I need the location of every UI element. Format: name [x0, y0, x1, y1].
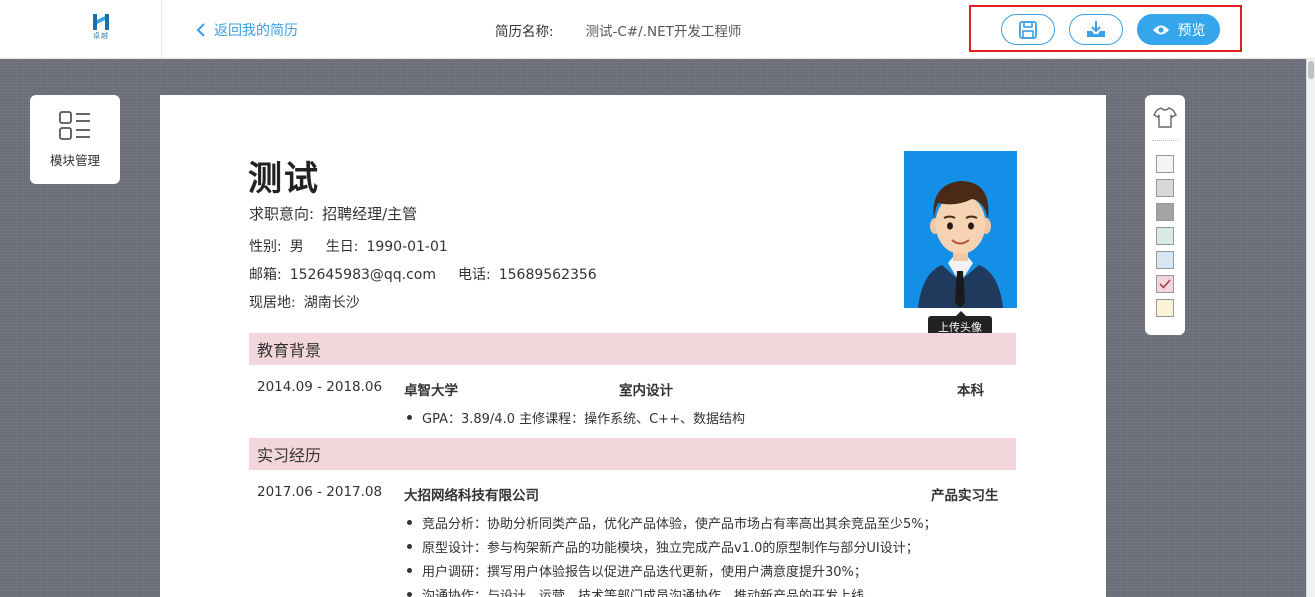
module-management-label: 模块管理	[49, 153, 100, 168]
basic-info-row-2[interactable]: 邮箱: 152645983@qq.com 电话: 15689562356	[249, 264, 597, 284]
color-swatch[interactable]	[1156, 299, 1174, 317]
preview-button-label: 预览	[1177, 22, 1206, 39]
color-swatch[interactable]	[1156, 179, 1174, 197]
section-internship-title[interactable]: 实习经历	[249, 438, 1016, 470]
education-major: 室内设计	[619, 383, 673, 399]
education-school: 卓智大学	[404, 383, 458, 399]
internship-bullet: 沟通协作：与设计、运营、技术等部门成员沟通协作，推动新产品的开发上线。	[405, 585, 877, 597]
internship-role: 产品实习生	[931, 488, 999, 504]
color-swatch[interactable]	[1156, 155, 1174, 173]
theme-color-panel	[1145, 95, 1185, 335]
basic-info-row-3[interactable]: 现居地: 湖南长沙	[249, 292, 360, 312]
eye-icon	[1152, 25, 1169, 34]
shirt-icon[interactable]	[1153, 105, 1177, 129]
chevron-left-icon	[196, 23, 205, 37]
check-icon	[1159, 279, 1171, 289]
internship-bullet: 用户调研：撰写用户体验报告以促进产品迭代更新，使用户满意度提升30%；	[405, 561, 867, 580]
education-bullet: GPA：3.89/4.0 主修课程：操作系统、C++、数据结构	[405, 408, 745, 427]
download-button[interactable]	[1069, 14, 1123, 45]
action-buttons-highlight: 预览	[969, 5, 1242, 52]
resume-name-value[interactable]: 测试-C#/.NET开发工程师	[586, 20, 742, 40]
internship-bullet: 原型设计：参与构架新产品的功能模块，独立完成产品v1.0的原型制作与部分UI设计…	[405, 537, 919, 556]
internship-period: 2017.06 - 2017.08	[257, 484, 383, 500]
color-swatch[interactable]	[1156, 275, 1174, 293]
page-scrollbar[interactable]	[1306, 59, 1315, 597]
internship-bullet: 竞品分析：协助分析同类产品，优化产品体验，使产品市场占有率高出其余竞品至少5%；	[405, 513, 937, 532]
logo-text: 卓越	[93, 32, 109, 40]
education-degree: 本科	[957, 383, 984, 399]
back-to-my-resumes-link[interactable]: 返回我的简历	[196, 20, 298, 40]
internship-company: 大招网络科技有限公司	[404, 488, 539, 504]
job-intention[interactable]: 求职意向: 招聘经理/主管	[249, 203, 417, 224]
resume-paper: 测试 求职意向: 招聘经理/主管 性别: 男生日: 1990-01-01 邮箱: 152…	[160, 95, 1106, 597]
top-bar: 卓越 返回我的简历 简历名称: 测试-C#/.NET开发工程师 预览	[0, 0, 1315, 59]
module-management-button[interactable]: 模块管理	[30, 95, 120, 184]
save-button[interactable]	[1001, 14, 1055, 45]
logo[interactable]: 卓越	[0, 0, 162, 59]
back-link-label: 返回我的简历	[214, 23, 298, 39]
avatar[interactable]	[904, 151, 1017, 308]
section-education-title[interactable]: 教育背景	[249, 333, 1016, 365]
module-list-icon	[59, 111, 90, 140]
color-panel-divider	[1152, 140, 1178, 141]
color-swatch[interactable]	[1156, 227, 1174, 245]
scrollbar-thumb[interactable]	[1308, 61, 1314, 79]
education-period: 2014.09 - 2018.06	[257, 379, 383, 395]
preview-button[interactable]: 预览	[1137, 14, 1220, 45]
resume-full-name[interactable]: 测试	[248, 151, 320, 200]
avatar-illustration	[918, 181, 1003, 308]
basic-info-row-1[interactable]: 性别: 男生日: 1990-01-01	[249, 236, 448, 256]
save-icon	[1019, 20, 1037, 39]
color-swatch[interactable]	[1156, 251, 1174, 269]
color-swatch[interactable]	[1156, 203, 1174, 221]
resume-name-label: 简历名称:	[495, 24, 554, 40]
resume-name: 简历名称: 测试-C#/.NET开发工程师	[495, 20, 741, 40]
logo-icon: 卓越	[88, 13, 114, 43]
download-icon	[1087, 20, 1105, 37]
